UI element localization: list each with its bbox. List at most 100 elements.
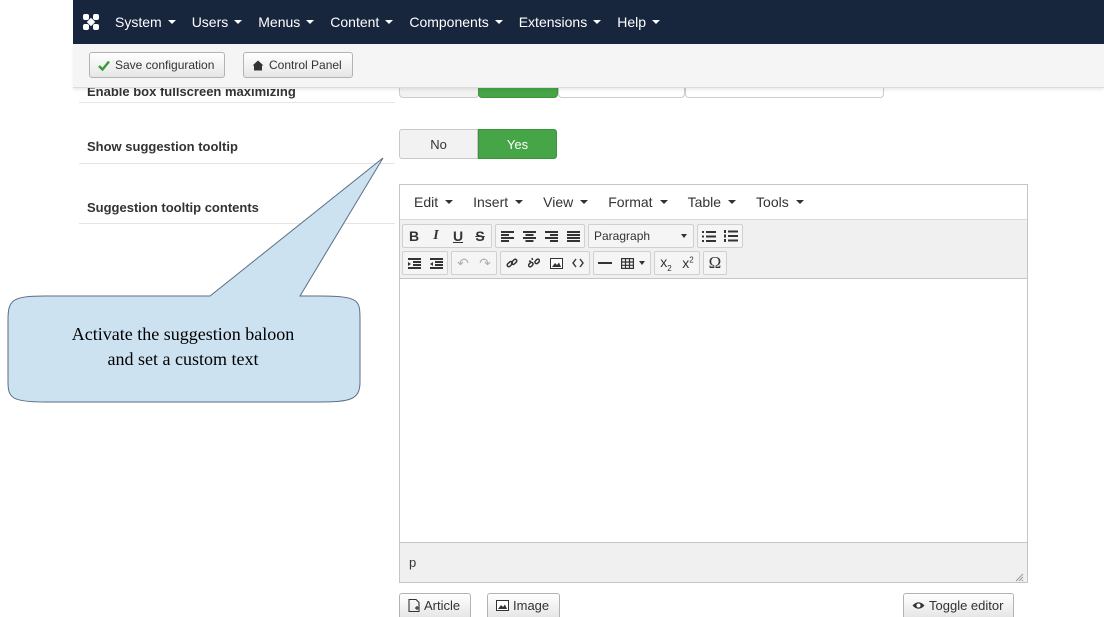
top-navbar: System Users Menus Content Components Ex… xyxy=(73,0,1104,44)
suggestion-tooltip-contents-label: Suggestion tooltip contents xyxy=(87,200,259,215)
strikethrough-icon[interactable]: S xyxy=(469,225,491,247)
menu-label: Format xyxy=(608,194,653,210)
image-button-label: Image xyxy=(513,598,550,613)
chevron-down-icon xyxy=(795,200,804,204)
bold-icon[interactable]: B xyxy=(403,225,425,247)
show-suggestion-tooltip-label: Show suggestion tooltip xyxy=(87,139,238,154)
control-panel-label: Control Panel xyxy=(269,58,342,72)
row-divider xyxy=(79,223,395,224)
nav-users-menu[interactable]: Users xyxy=(184,0,251,44)
numbered-list-icon[interactable] xyxy=(720,225,742,247)
resize-handle-icon[interactable] xyxy=(1015,570,1024,582)
nav-system-menu[interactable]: System xyxy=(107,0,184,44)
chevron-down-icon xyxy=(385,20,394,24)
editor-menu-insert[interactable]: Insert xyxy=(465,194,531,210)
nav-help-menu[interactable]: Help xyxy=(609,0,668,44)
editor-menu-format[interactable]: Format xyxy=(600,194,675,210)
callout-line-2: and set a custom text xyxy=(107,349,259,369)
row-divider xyxy=(79,102,395,103)
chevron-down-icon xyxy=(234,20,243,24)
menu-label: Table xyxy=(687,194,722,210)
chevron-down-icon xyxy=(445,200,454,204)
action-toolbar: Save configuration Control Panel xyxy=(73,44,1104,88)
save-configuration-button[interactable]: Save configuration xyxy=(89,52,226,78)
redo-icon[interactable]: ↷ xyxy=(474,252,496,274)
picture-icon xyxy=(496,600,509,611)
nav-components-label: Components xyxy=(409,14,489,30)
align-left-icon[interactable] xyxy=(496,225,518,247)
chevron-down-icon xyxy=(639,261,645,265)
align-center-icon[interactable] xyxy=(518,225,540,247)
code-icon[interactable] xyxy=(567,252,589,274)
nav-components-menu[interactable]: Components xyxy=(401,0,510,44)
nav-extensions-menu[interactable]: Extensions xyxy=(511,0,609,44)
undo-icon[interactable]: ↶ xyxy=(452,252,474,274)
chevron-down-icon xyxy=(681,234,687,238)
menu-label: Edit xyxy=(414,194,439,210)
menu-label: Tools xyxy=(756,194,789,210)
article-button-label: Article xyxy=(424,598,461,613)
chevron-down-icon xyxy=(728,200,737,204)
callout-line-1: Activate the suggestion baloon xyxy=(71,324,295,344)
nav-users-label: Users xyxy=(191,14,229,30)
toggle-yes-button[interactable]: Yes xyxy=(478,129,557,159)
add-file-icon xyxy=(408,599,420,612)
editor-toolbar: B I U S Paragraph ↶ ↷ x2 x2 Ω xyxy=(400,220,1027,279)
subscript-icon[interactable]: x2 xyxy=(655,252,677,274)
chevron-down-icon xyxy=(652,20,660,24)
editor-menubar: Edit Insert View Format Table Tools xyxy=(400,185,1027,220)
chevron-down-icon xyxy=(659,200,668,204)
control-panel-button[interactable]: Control Panel xyxy=(243,52,353,78)
image-button[interactable]: Image xyxy=(487,593,561,617)
chevron-down-icon xyxy=(167,20,176,24)
table-icon[interactable] xyxy=(616,252,650,274)
editor-menu-edit[interactable]: Edit xyxy=(406,194,461,210)
nav-content-menu[interactable]: Content xyxy=(322,0,401,44)
nav-help-label: Help xyxy=(617,14,646,30)
nav-system-label: System xyxy=(115,14,162,30)
rich-text-editor: Edit Insert View Format Table Tools B I … xyxy=(399,184,1028,583)
format-select-value: Paragraph xyxy=(594,229,651,243)
chevron-down-icon xyxy=(593,20,602,24)
horizontal-rule-icon[interactable] xyxy=(594,252,616,274)
superscript-icon[interactable]: x2 xyxy=(677,252,699,274)
article-button[interactable]: Article xyxy=(399,593,472,617)
editor-menu-table[interactable]: Table xyxy=(680,194,744,210)
special-character-icon[interactable]: Ω xyxy=(704,252,726,274)
checkmark-icon xyxy=(98,60,110,71)
save-configuration-label: Save configuration xyxy=(115,58,215,72)
nav-menus-label: Menus xyxy=(258,14,301,30)
nav-content-label: Content xyxy=(330,14,380,30)
unlink-icon[interactable] xyxy=(523,252,545,274)
callout-text: Activate the suggestion baloon and set a… xyxy=(14,322,352,372)
element-path[interactable]: p xyxy=(409,555,416,570)
format-select[interactable]: Paragraph xyxy=(588,224,694,248)
chevron-down-icon xyxy=(494,20,503,24)
editor-statusbar: p xyxy=(400,542,1027,582)
toggle-no-button[interactable]: No xyxy=(399,129,478,159)
toggle-editor-button[interactable]: Toggle editor xyxy=(903,593,1015,617)
editor-content-area[interactable] xyxy=(400,279,1027,542)
chevron-down-icon xyxy=(580,200,589,204)
chevron-down-icon xyxy=(515,200,524,204)
bullet-list-icon[interactable] xyxy=(698,225,720,247)
indent-icon[interactable] xyxy=(425,252,447,274)
align-justify-icon[interactable] xyxy=(562,225,584,247)
home-icon xyxy=(252,60,264,71)
menu-label: View xyxy=(543,194,574,210)
italic-icon[interactable]: I xyxy=(425,225,447,247)
row-divider xyxy=(79,163,395,164)
image-icon[interactable] xyxy=(545,252,567,274)
link-icon[interactable] xyxy=(501,252,523,274)
menu-label: Insert xyxy=(473,194,509,210)
underline-icon[interactable]: U xyxy=(447,225,469,247)
eye-icon xyxy=(912,601,925,610)
nav-menus-menu[interactable]: Menus xyxy=(250,0,322,44)
joomla-logo-icon[interactable] xyxy=(75,0,107,44)
chevron-down-icon xyxy=(306,20,315,24)
editor-menu-view[interactable]: View xyxy=(535,194,596,210)
outdent-icon[interactable] xyxy=(403,252,425,274)
editor-menu-tools[interactable]: Tools xyxy=(748,194,812,210)
align-right-icon[interactable] xyxy=(540,225,562,247)
nav-extensions-label: Extensions xyxy=(518,14,588,30)
